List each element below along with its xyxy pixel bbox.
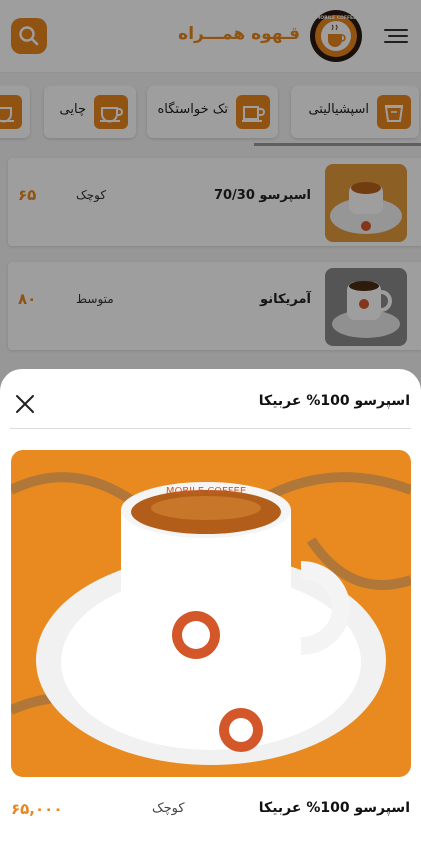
close-button[interactable]	[14, 393, 36, 415]
detail-product-size: کوچک	[152, 801, 185, 816]
product-detail-sheet: اسپرسو 100% عربیکا MOBILE COFFEE اسپرسو …	[0, 369, 421, 855]
product-hero-image: MOBILE COFFEE	[11, 450, 411, 777]
svg-text:MOBILE COFFEE: MOBILE COFFEE	[166, 486, 246, 497]
detail-product-name: اسپرسو 100% عربیکا	[258, 800, 410, 816]
divider	[10, 428, 411, 429]
close-icon	[16, 395, 34, 413]
detail-product-price: ۶۵,۰۰۰	[11, 800, 63, 818]
sheet-title: اسپرسو 100% عربیکا	[258, 393, 410, 409]
